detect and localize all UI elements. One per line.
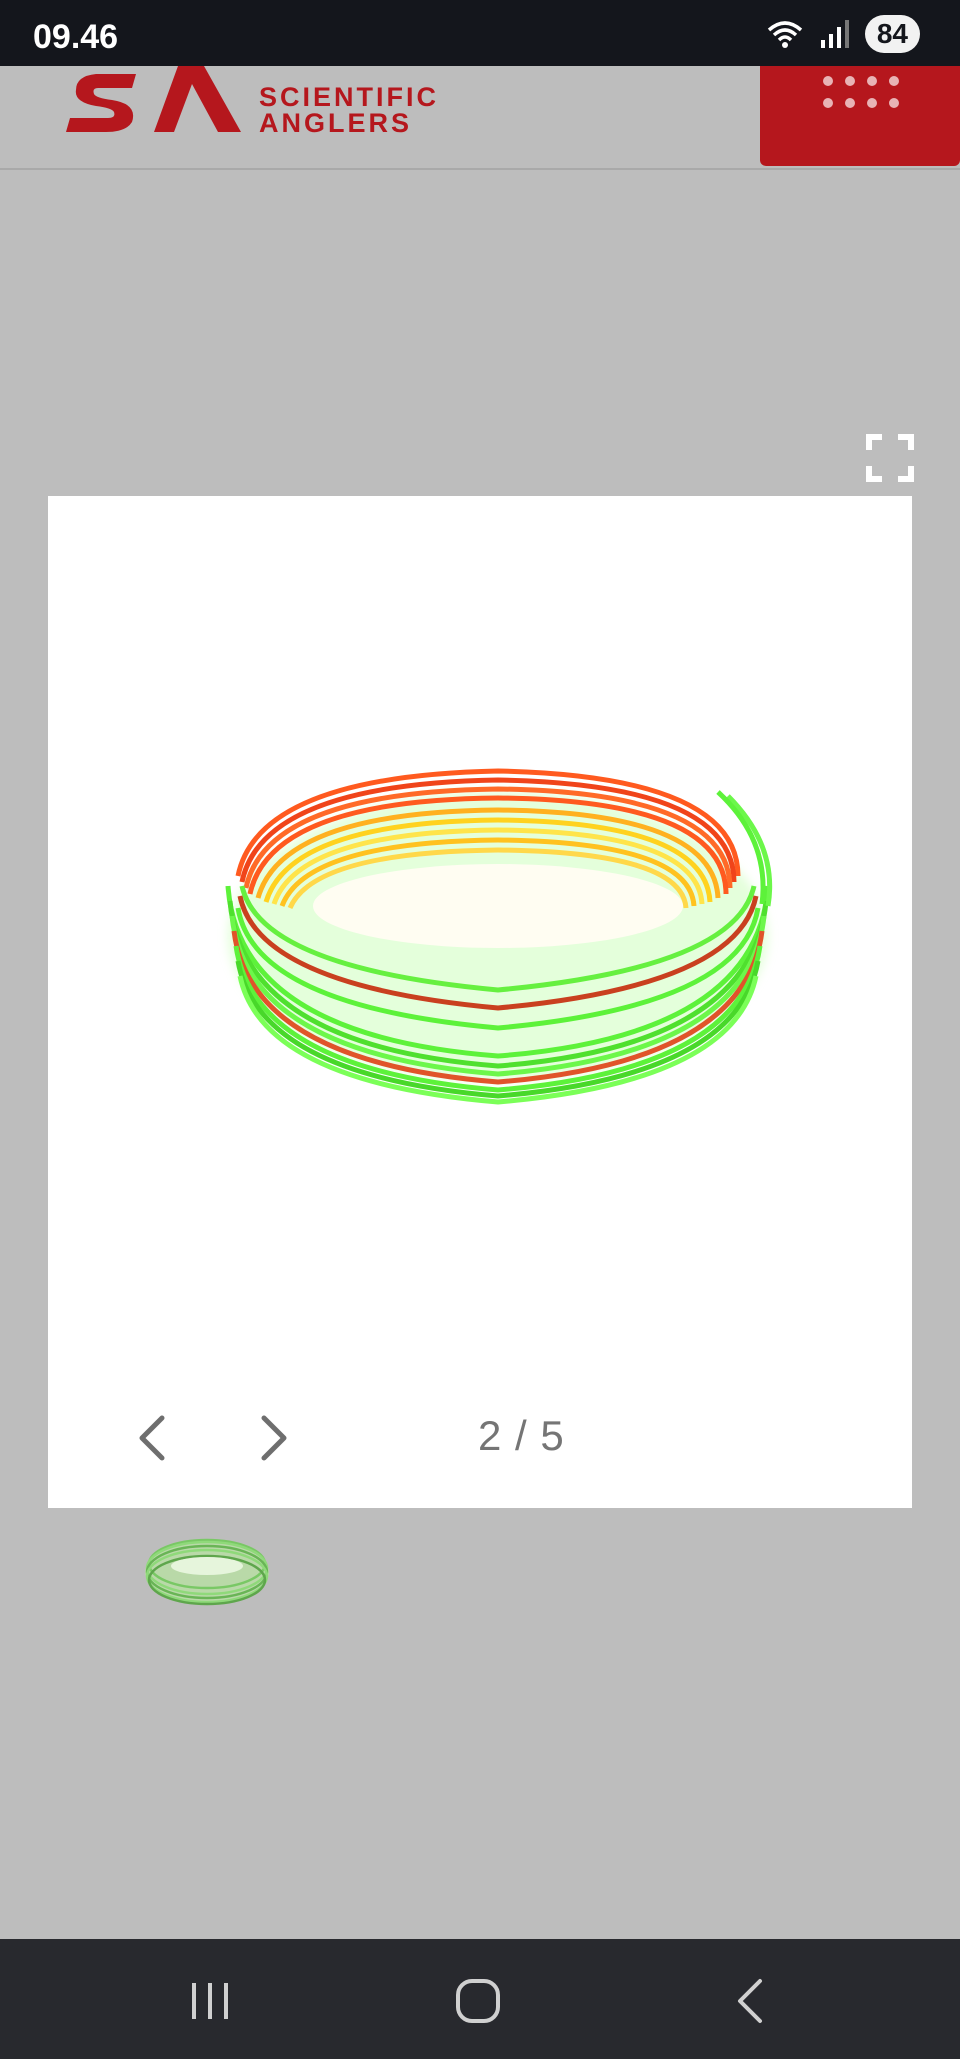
fullscreen-icon[interactable] — [866, 434, 914, 482]
wifi-icon — [767, 21, 802, 48]
battery-indicator: 84 — [864, 15, 920, 53]
recents-icon[interactable] — [180, 1977, 240, 2025]
back-icon[interactable] — [720, 1977, 780, 2025]
chevron-left-icon[interactable] — [128, 1410, 178, 1466]
status-bar: 09.46 84 — [0, 0, 960, 66]
product-gallery: 2 / 5 — [48, 496, 912, 1508]
site-header: SCIENTIFIC ANGLERS — [0, 66, 960, 170]
sa-logo-mark — [66, 66, 241, 132]
logo-line2: ANGLERS — [259, 108, 413, 138]
thumbnail-1[interactable] — [142, 1528, 272, 1608]
menu-button[interactable] — [760, 66, 960, 166]
system-nav-bar — [0, 1939, 960, 2059]
status-time: 09.46 — [33, 18, 119, 56]
grid-dots-icon — [823, 76, 899, 112]
chevron-right-icon[interactable] — [248, 1410, 298, 1466]
signal-icon — [820, 20, 849, 48]
brand-logo[interactable]: SCIENTIFIC ANGLERS — [66, 66, 439, 138]
logo-line1: SCIENTIFIC — [259, 82, 440, 112]
fly-line-coil-image[interactable] — [198, 736, 798, 1116]
home-icon[interactable] — [448, 1977, 508, 2025]
slide-counter: 2 / 5 — [478, 1412, 565, 1459]
logo-text: SCIENTIFIC ANGLERS — [259, 82, 440, 138]
status-icons: 84 — [765, 14, 920, 54]
